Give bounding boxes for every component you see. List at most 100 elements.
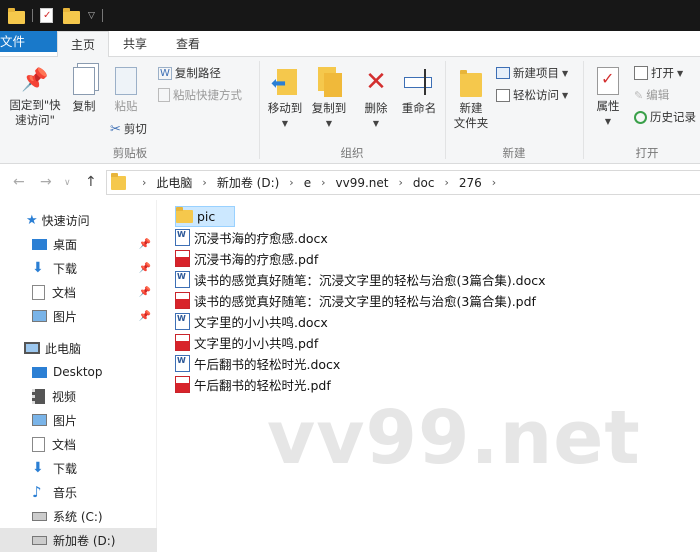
pin-icon[interactable]: 📌 (139, 239, 151, 250)
pdf-icon (175, 292, 190, 309)
nav-quick-access[interactable]: ★ 快速访问 (0, 208, 157, 232)
file-item-pdf[interactable]: 文字里的小小共鸣.pdf (175, 332, 318, 353)
address-box[interactable]: › 此电脑 › 新加卷 (D:) › e › vv99.net › doc › … (106, 170, 700, 195)
history-button[interactable]: 历史记录 (634, 107, 696, 127)
pdf-icon (175, 376, 190, 393)
tab-view[interactable]: 查看 (162, 31, 214, 57)
chevron-down-icon[interactable]: ▽ (88, 11, 95, 21)
file-name: 午后翻书的轻松时光.pdf (194, 378, 331, 393)
chevron-down-icon: ▼ (562, 90, 569, 100)
pin-icon[interactable]: 📌 (139, 263, 151, 274)
new-folder-label-line2: 文件夹 (453, 116, 489, 130)
back-arrow-icon[interactable]: ← (13, 174, 25, 190)
easy-access-icon (496, 88, 510, 102)
file-item-pdf[interactable]: 沉浸书海的疗愈感.pdf (175, 248, 318, 269)
delete-button[interactable]: ✕ 删除 ▼ (358, 67, 394, 131)
copy-to-button[interactable]: 复制到 ▼ (307, 67, 351, 131)
copy-path-button[interactable]: W 复制路径 (158, 63, 221, 83)
breadcrumb-vv99[interactable]: vv99.net (336, 176, 389, 190)
file-item-docx[interactable]: 文字里的小小共鸣.docx (175, 311, 328, 332)
paste-shortcut-button[interactable]: 粘贴快捷方式 (158, 85, 242, 105)
nav-item-pictures[interactable]: 图片 (0, 408, 157, 432)
download-arrow-icon: ⬇ (32, 460, 44, 476)
breadcrumb-drive-d[interactable]: 新加卷 (D:) (217, 174, 279, 191)
folder-icon (111, 172, 126, 190)
breadcrumb-doc[interactable]: doc (413, 176, 435, 190)
new-item-button[interactable]: 新建项目 ▼ (496, 63, 568, 83)
chevron-right-icon: › (444, 176, 449, 189)
pin-icon[interactable]: 📌 (139, 287, 151, 298)
pin-icon[interactable]: 📌 (139, 311, 151, 322)
folder-icon (8, 7, 25, 24)
rename-button[interactable]: 重命名 (396, 67, 442, 116)
chevron-down-icon: ▼ (677, 68, 684, 78)
nav-item-downloads-qa[interactable]: ⬇ 下载 📌 (0, 256, 157, 280)
file-item-docx[interactable]: 沉浸书海的疗愈感.docx (175, 227, 328, 248)
paste-label: 粘贴 (114, 99, 138, 113)
title-bar: ✓ ▽ (0, 0, 700, 31)
file-name: 读书的感觉真好随笔：沉浸文字里的轻松与治愈(3篇合集).docx (194, 273, 546, 288)
file-name: 沉浸书海的疗愈感.pdf (194, 252, 319, 267)
picture-icon (32, 310, 47, 322)
file-list: vv99.net pic 沉浸书海的疗愈感.docx 沉浸书海的疗愈感.pdf … (157, 200, 700, 540)
properties-icon: ✓ (597, 67, 619, 95)
watermark-text: vv99.net (267, 395, 641, 481)
nav-item-desktop[interactable]: Desktop (0, 360, 157, 384)
paste-button[interactable]: 粘贴 (108, 67, 144, 114)
nav-label: 视频 (52, 389, 77, 404)
nav-item-downloads[interactable]: ⬇ 下载 (0, 456, 157, 480)
new-folder-quick-icon[interactable] (63, 7, 80, 24)
copy-button[interactable]: 复制 (66, 67, 102, 114)
nav-item-documents[interactable]: 文档 (0, 432, 157, 456)
nav-item-videos[interactable]: 视频 (0, 384, 157, 408)
pin-quick-access-button[interactable]: 📌 固定到"快 速访问" (5, 67, 65, 128)
properties-quick-icon[interactable]: ✓ (40, 8, 53, 23)
chevron-right-icon: › (142, 176, 147, 189)
breadcrumb-e[interactable]: e (304, 176, 311, 190)
history-icon (634, 110, 647, 124)
easy-access-button[interactable]: 轻松访问 ▼ (496, 85, 568, 105)
chevron-right-icon: › (289, 176, 294, 189)
file-item-pdf[interactable]: 午后翻书的轻松时光.pdf (175, 374, 331, 395)
new-folder-button[interactable]: 新建 文件夹 (450, 67, 492, 131)
copy-path-icon: W (158, 66, 172, 80)
file-item-docx[interactable]: 午后翻书的轻松时光.docx (175, 353, 340, 374)
move-to-label: 移动到 (267, 101, 303, 115)
breadcrumb-276[interactable]: 276 (459, 176, 482, 190)
properties-button[interactable]: ✓ 属性 ▼ (588, 67, 628, 129)
nav-item-pictures-qa[interactable]: 图片 📌 (0, 304, 157, 328)
tab-file[interactable]: 文件 (0, 31, 57, 52)
up-arrow-icon[interactable]: ↑ (85, 174, 97, 190)
open-button[interactable]: 打开 ▼ (634, 63, 683, 83)
breadcrumb-this-pc[interactable]: 此电脑 (156, 174, 192, 191)
file-name: 午后翻书的轻松时光.docx (194, 357, 341, 372)
chevron-right-icon: › (491, 176, 497, 189)
group-separator (445, 61, 446, 159)
file-name: 沉浸书海的疗愈感.docx (194, 231, 328, 246)
nav-item-music[interactable]: ♪ 音乐 (0, 480, 157, 504)
tab-share[interactable]: 共享 (110, 31, 160, 57)
nav-item-drive-d[interactable]: 新加卷 (D:) (0, 528, 157, 552)
edit-icon: ✎ (634, 88, 644, 102)
cut-button[interactable]: ✂ 剪切 (110, 119, 147, 139)
edit-button[interactable]: ✎ 编辑 (634, 85, 669, 105)
nav-this-pc[interactable]: 此电脑 (0, 336, 157, 360)
file-item-pdf[interactable]: 读书的感觉真好随笔：沉浸文字里的轻松与治愈(3篇合集).pdf (175, 290, 536, 311)
copy-label: 复制 (72, 99, 96, 113)
word-doc-icon (175, 229, 190, 246)
chevron-down-icon[interactable]: ∨ (64, 178, 71, 188)
nav-item-drive-c[interactable]: 系统 (C:) (0, 504, 157, 528)
group-separator (583, 61, 584, 159)
computer-icon (24, 342, 40, 354)
easy-access-label: 轻松访问 (513, 88, 559, 102)
file-item-folder[interactable]: pic (175, 206, 235, 227)
file-item-docx[interactable]: 读书的感觉真好随笔：沉浸文字里的轻松与治愈(3篇合集).docx (175, 269, 546, 290)
tab-home[interactable]: 主页 (57, 31, 109, 58)
nav-item-desktop-qa[interactable]: 桌面 📌 (0, 232, 157, 256)
ribbon-tabs: 文件 主页 共享 查看 (0, 31, 700, 58)
move-to-button[interactable]: ⬅ 移动到 ▼ (263, 67, 307, 131)
forward-arrow-icon[interactable]: → (40, 174, 52, 190)
scissors-icon: ✂ (110, 121, 121, 137)
nav-item-documents-qa[interactable]: 文档 📌 (0, 280, 157, 304)
delete-label: 删除 (364, 101, 388, 115)
